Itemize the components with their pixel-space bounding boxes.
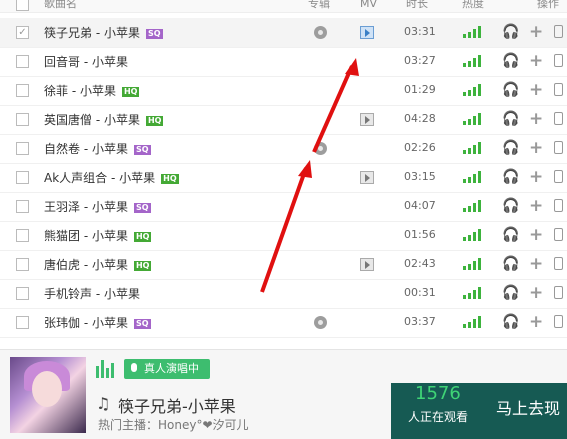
music-note-icon: ♫ [96,394,111,413]
live-singing-label: 真人演唱中 [144,362,199,375]
host-avatar[interactable] [10,357,86,433]
host-name: 热门主播：Honey°❤汐可儿 [98,418,249,432]
viewer-label: 人正在观看 [408,410,469,424]
now-playing-title: 筷子兄弟-小苹果 [118,397,236,416]
viewer-count: 1576 [415,383,461,404]
arrow-upper-head [345,58,359,76]
live-player-bar: 真人演唱中 ♫ 筷子兄弟-小苹果 热门主播：Honey°❤汐可儿 1576 人正… [0,349,567,439]
microphone-icon [131,363,137,372]
arrow-lower-head [298,160,312,178]
watch-live-panel[interactable]: 1576 人正在观看 马上去现 [391,383,567,439]
arrow-lower [260,167,308,293]
arrow-upper [312,65,354,153]
watch-now-button[interactable]: 马上去现 [496,395,560,419]
equalizer-icon [96,358,116,378]
live-singing-button[interactable]: 真人演唱中 [124,359,210,379]
avatar-face [32,371,62,407]
